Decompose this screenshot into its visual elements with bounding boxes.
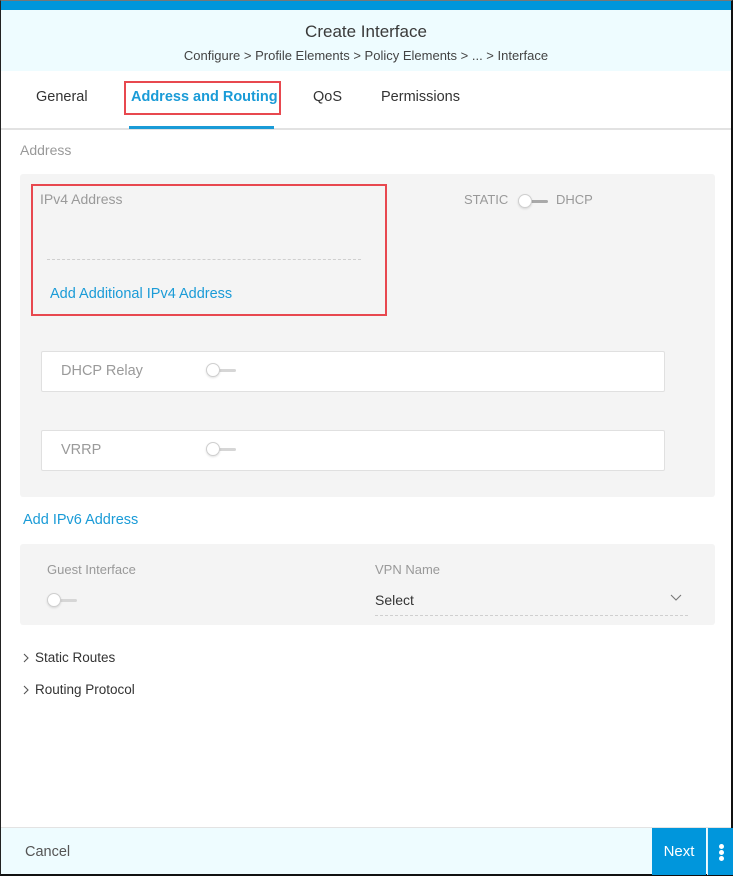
vpn-name-label: VPN Name xyxy=(375,562,441,577)
toggle-knob xyxy=(47,593,61,607)
tab-general[interactable]: General xyxy=(36,89,88,105)
active-tab-underline xyxy=(129,126,274,129)
dhcp-relay-row: DHCP Relay xyxy=(41,351,665,392)
create-interface-dialog: Create Interface Configure > Profile Ele… xyxy=(0,0,733,876)
more-vertical-icon xyxy=(719,850,724,855)
dialog-title: Create Interface xyxy=(305,22,427,41)
more-vertical-icon xyxy=(719,844,724,849)
add-ipv6-address-link[interactable]: Add IPv6 Address xyxy=(23,512,138,528)
ipv4-address-input[interactable] xyxy=(47,259,361,260)
top-accent-bar xyxy=(1,1,731,10)
chevron-right-icon xyxy=(23,685,29,694)
add-additional-ipv4-link[interactable]: Add Additional IPv4 Address xyxy=(50,286,232,302)
static-routes-toggle[interactable]: Static Routes xyxy=(21,650,115,665)
guest-interface-toggle[interactable] xyxy=(47,592,79,608)
dhcp-relay-toggle[interactable] xyxy=(206,362,238,378)
ipv4-address-label: IPv4 Address xyxy=(40,191,123,207)
guest-interface-label: Guest Interface xyxy=(47,562,136,577)
address-section-label: Address xyxy=(20,142,72,158)
vpn-name-select[interactable]: Select xyxy=(375,589,688,615)
static-routes-label: Static Routes xyxy=(35,650,116,665)
more-options-button[interactable] xyxy=(707,828,733,875)
vrrp-toggle[interactable] xyxy=(206,441,238,457)
tab-qos[interactable]: QoS xyxy=(313,89,342,105)
tab-bar: General Address and Routing QoS Permissi… xyxy=(1,71,731,130)
vrrp-row: VRRP xyxy=(41,430,665,471)
toggle-knob xyxy=(518,194,532,208)
breadcrumb: Configure > Profile Elements > Policy El… xyxy=(183,48,549,63)
static-dhcp-toggle[interactable] xyxy=(518,193,550,209)
vrrp-label: VRRP xyxy=(61,442,102,458)
next-button[interactable]: Next xyxy=(652,828,706,875)
dhcp-relay-label: DHCP Relay xyxy=(61,363,143,379)
chevron-down-icon xyxy=(670,594,682,601)
toggle-knob xyxy=(206,442,220,456)
tab-permissions[interactable]: Permissions xyxy=(381,89,460,105)
dialog-header: Create Interface Configure > Profile Ele… xyxy=(1,10,731,71)
static-label: STATIC xyxy=(464,192,509,207)
chevron-right-icon xyxy=(23,653,29,662)
dhcp-label: DHCP xyxy=(556,192,593,207)
cancel-button[interactable]: Cancel xyxy=(25,844,70,860)
more-vertical-icon xyxy=(719,856,724,861)
vpn-name-value: Select xyxy=(375,592,414,608)
active-tab-highlight xyxy=(124,81,281,115)
toggle-knob xyxy=(206,363,220,377)
routing-protocol-toggle[interactable]: Routing Protocol xyxy=(21,682,135,697)
routing-protocol-label: Routing Protocol xyxy=(35,682,135,697)
dialog-footer: Cancel Next xyxy=(1,827,733,875)
vpn-select-underline xyxy=(375,615,688,616)
